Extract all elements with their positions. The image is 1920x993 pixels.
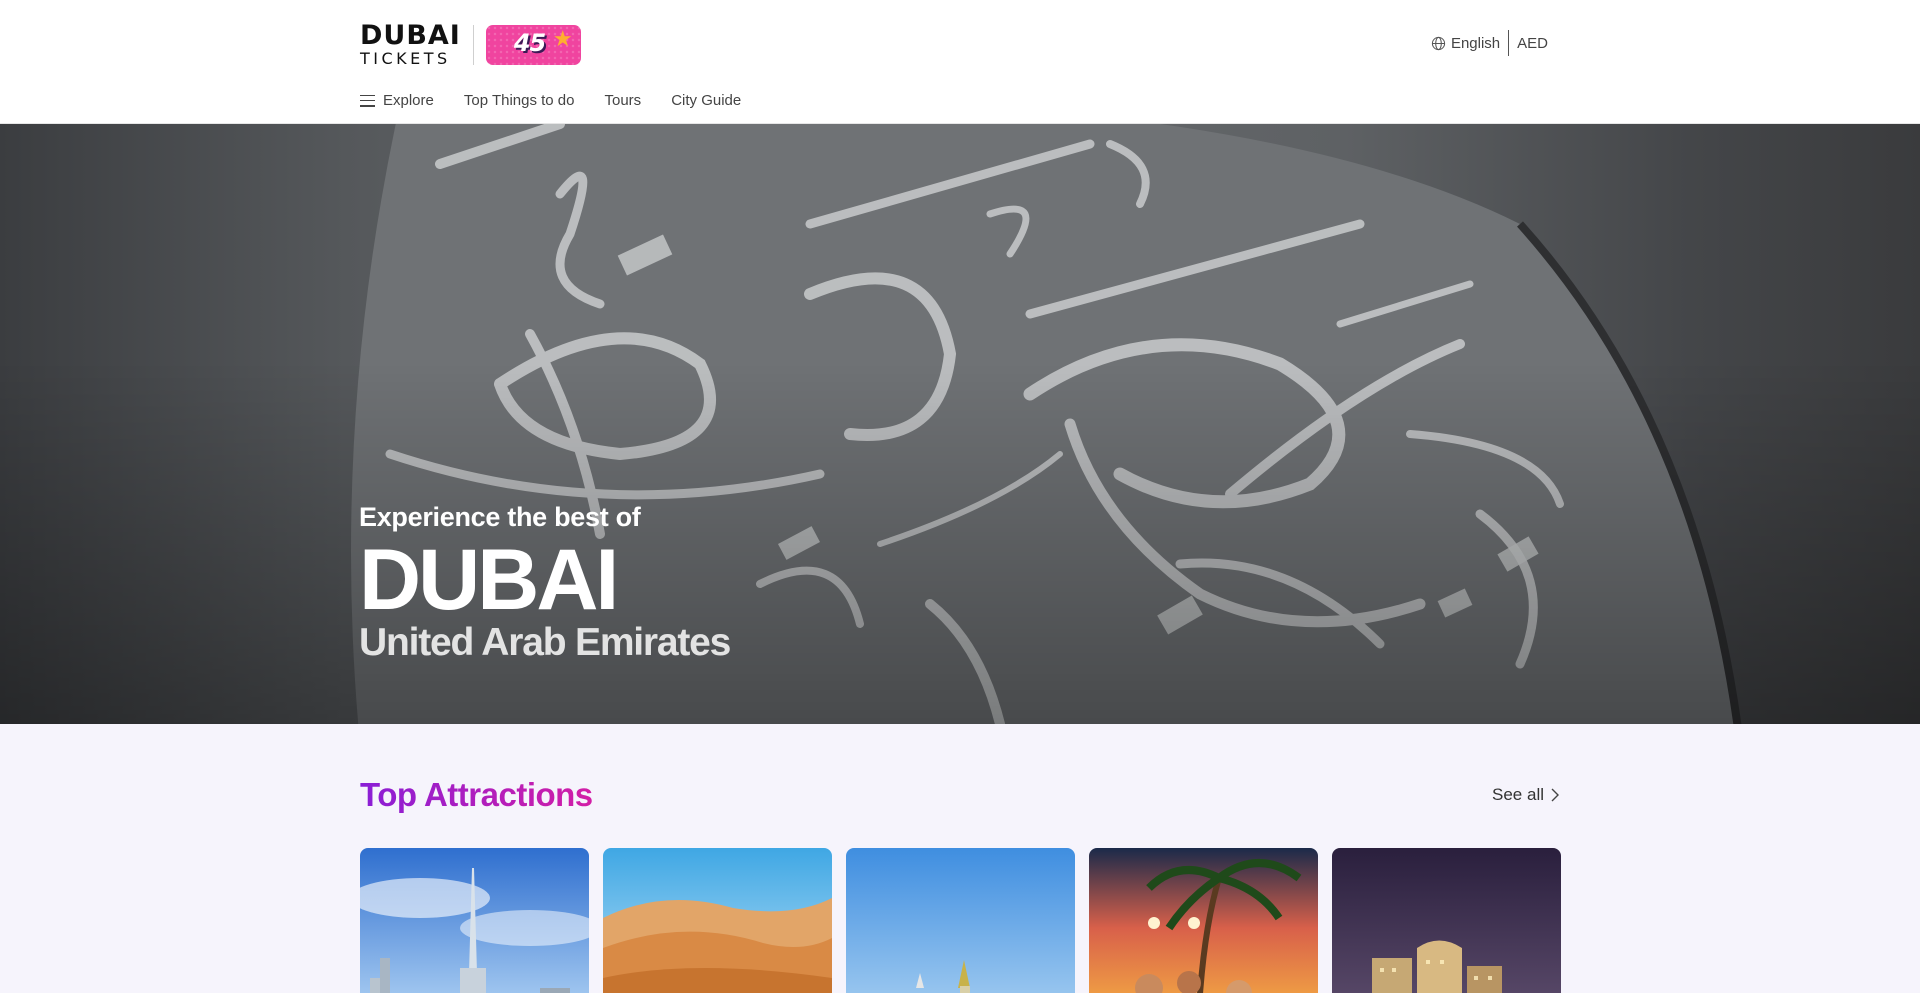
attractions-header: Top Attractions See all	[360, 776, 1560, 814]
nav-city-guide-label: City Guide	[671, 92, 742, 109]
attraction-card-night-city[interactable]	[1332, 848, 1561, 993]
hero-text-block: Experience the best of DUBAI United Arab…	[359, 502, 731, 665]
see-all-label: See all	[1492, 785, 1544, 804]
attraction-card-theme-park[interactable]	[1089, 848, 1318, 993]
attraction-card-desert[interactable]	[603, 848, 832, 993]
logo-line-dubai: DUBAI	[360, 20, 461, 51]
desert-dunes-image	[603, 848, 832, 993]
main-nav: Explore Top Things to do Tours City Guid…	[360, 92, 771, 109]
nav-top-things-label: Top Things to do	[463, 92, 575, 109]
language-selector[interactable]: English	[1451, 35, 1500, 52]
attraction-card-mosque[interactable]	[846, 848, 1075, 993]
burj-khalifa-image	[360, 848, 589, 993]
nav-explore-label: Explore	[383, 92, 434, 109]
site-logo[interactable]: DUBAI TICKETS 45 ★	[360, 22, 581, 67]
badge-number: 45	[513, 28, 546, 57]
nav-top-things[interactable]: Top Things to do	[464, 92, 575, 109]
chevron-right-icon	[1551, 788, 1559, 802]
hero-country: United Arab Emirates	[359, 621, 731, 664]
hero-banner: Experience the best of DUBAI United Arab…	[0, 124, 1920, 724]
attractions-carousel	[360, 848, 1561, 993]
logo-divider	[472, 24, 474, 65]
menu-icon	[360, 94, 375, 107]
nav-explore[interactable]: Explore	[360, 92, 434, 109]
hero-title: DUBAI	[359, 532, 619, 628]
logo-line-tickets: TICKETS	[360, 49, 451, 68]
site-header: DUBAI TICKETS 45 ★ English AED Explore T…	[0, 0, 1920, 124]
night-city-image	[1332, 848, 1561, 993]
locale-switcher: English AED	[1431, 30, 1548, 56]
nav-tours[interactable]: Tours	[605, 92, 642, 109]
star-icon: ★	[552, 26, 573, 52]
locale-divider	[1508, 30, 1510, 56]
mosque-image	[846, 848, 1075, 993]
hero-subtitle: Experience the best of	[359, 502, 641, 532]
see-all-link[interactable]: See all	[1492, 785, 1560, 805]
hero-overlay	[0, 124, 1920, 724]
nav-tours-label: Tours	[604, 92, 642, 109]
anniversary-badge: 45 ★	[485, 24, 581, 65]
attraction-card-burj-khalifa[interactable]	[360, 848, 589, 993]
logo-wordmark: DUBAI TICKETS	[360, 22, 461, 67]
currency-selector[interactable]: AED	[1517, 35, 1548, 52]
theme-park-image	[1089, 848, 1318, 993]
globe-icon	[1431, 36, 1446, 50]
attractions-title: Top Attractions	[360, 776, 593, 813]
nav-city-guide[interactable]: City Guide	[671, 92, 741, 109]
